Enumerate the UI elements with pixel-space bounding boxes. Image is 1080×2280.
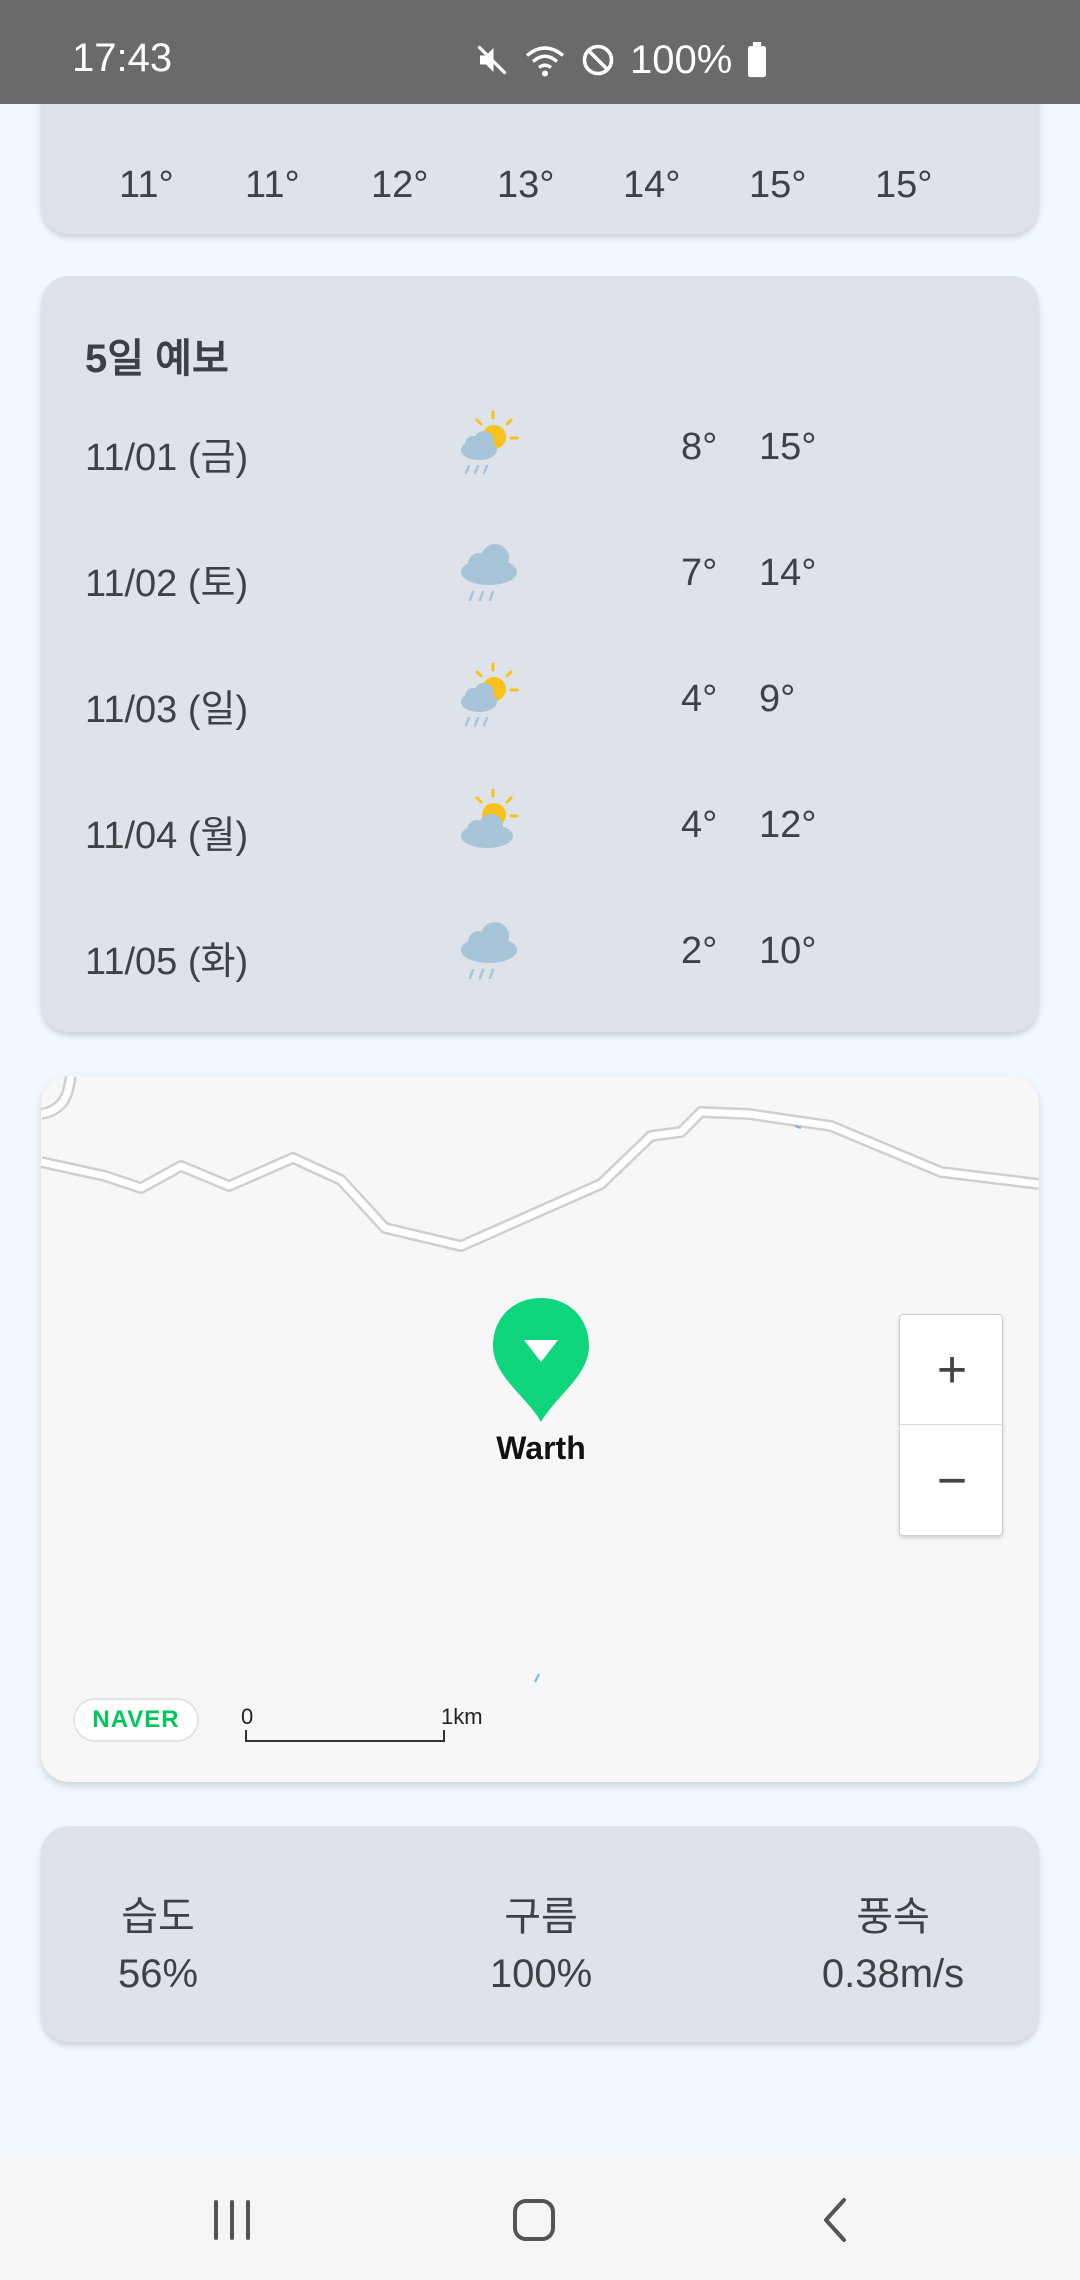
scale-unit: 1km <box>441 1704 483 1729</box>
rain-cloud-icon <box>461 544 517 602</box>
scale-zero: 0 <box>241 1704 254 1729</box>
status-time: 17:43 <box>72 36 173 80</box>
forecast-high: 10° <box>759 930 817 972</box>
zoom-out-button[interactable]: − <box>900 1426 1004 1536</box>
battery-percent: 100% <box>630 37 733 82</box>
cloud-label: 구름 <box>504 1895 578 1939</box>
humidity-value: 56% <box>117 1952 199 1996</box>
sun-cloud-icon <box>461 788 519 848</box>
hourly-temp: 12° <box>371 164 429 206</box>
scroll-content[interactable]: 11° 11° 12° 13° 14° 15° 15° 5일 예보 11/01 … <box>0 104 1080 2154</box>
map-scale: 0 1km <box>241 1704 483 1754</box>
back-icon[interactable] <box>806 2190 866 2250</box>
cloud-stat: 구름 100% <box>441 1884 641 1997</box>
forecast-date: 11/04 (월) <box>85 815 249 857</box>
forecast-date: 11/01 (금) <box>85 437 249 479</box>
battery-icon <box>748 42 767 78</box>
forecast-date: 11/03 (일) <box>85 689 249 731</box>
forecast-row: 11/05 (화) 2° 10° <box>41 890 1039 1010</box>
forecast-low: 4° <box>681 678 718 720</box>
weather-details-card: 습도 56% 구름 100% 풍속 0.38m/s <box>41 1826 1039 2042</box>
hourly-temp: 15° <box>749 164 807 206</box>
forecast-date: 11/02 (토) <box>85 563 249 605</box>
marker-label: Warth <box>496 1430 586 1466</box>
hourly-forecast-card: 11° 11° 12° 13° 14° 15° 15° <box>41 104 1039 234</box>
wifi-icon <box>525 46 565 77</box>
hourly-temp: 11° <box>119 164 174 206</box>
map-roads <box>41 1076 1039 1683</box>
cloud-value: 100% <box>489 1952 593 1996</box>
forecast-low: 8° <box>681 426 718 468</box>
forecast-date: 11/05 (화) <box>85 941 249 983</box>
zoom-in-button[interactable]: + <box>900 1315 1004 1425</box>
wind-stat: 풍속 0.38m/s <box>803 1884 983 1997</box>
forecast-high: 15° <box>759 426 817 468</box>
sun-rain-icon <box>461 410 519 475</box>
forecast-high: 9° <box>759 678 796 720</box>
forecast-low: 7° <box>681 552 718 594</box>
forecast-low: 2° <box>681 930 718 972</box>
hourly-temp: 15° <box>875 164 933 206</box>
hourly-temp: 13° <box>497 164 555 206</box>
forecast-high: 12° <box>759 804 817 846</box>
forecast-row: 11/02 (토) 7° 14° <box>41 512 1039 632</box>
do-not-disturb-icon <box>582 44 614 76</box>
wind-label: 풍속 <box>856 1895 930 1939</box>
forecast-high: 14° <box>759 552 817 594</box>
navigation-bar <box>0 2154 1080 2280</box>
naver-logo[interactable]: NAVER <box>73 1698 199 1742</box>
rain-cloud-icon <box>461 922 517 980</box>
home-icon[interactable] <box>504 2190 564 2250</box>
scale-bar <box>245 1730 445 1742</box>
forecast-low: 4° <box>681 804 718 846</box>
map-view[interactable]: Warth + − NAVER 0 1km <box>41 1076 1039 1782</box>
status-bar: 17:43 100% <box>0 0 1080 104</box>
status-icons: 100% <box>474 36 768 84</box>
forecast-row: 11/03 (일) 4° 9° <box>41 638 1039 758</box>
humidity-label: 습도 <box>121 1895 195 1939</box>
recent-apps-icon[interactable] <box>202 2190 262 2250</box>
location-pin-icon[interactable] <box>488 1294 594 1426</box>
five-day-forecast-card: 5일 예보 11/01 (금) 8° 15° 11/02 (토) 7° 14° … <box>41 276 1039 1032</box>
mute-icon <box>477 45 507 75</box>
forecast-row: 11/01 (금) 8° 15° <box>41 386 1039 506</box>
hourly-temp: 11° <box>245 164 300 206</box>
forecast-row: 11/04 (월) 4° 12° <box>41 764 1039 884</box>
sun-rain-icon <box>461 662 519 727</box>
wind-value: 0.38m/s <box>821 1952 965 1996</box>
humidity-stat: 습도 56% <box>93 1884 223 1997</box>
forecast-title: 5일 예보 <box>85 337 229 381</box>
hourly-temp: 14° <box>623 164 681 206</box>
zoom-control: + − <box>899 1314 1004 1536</box>
